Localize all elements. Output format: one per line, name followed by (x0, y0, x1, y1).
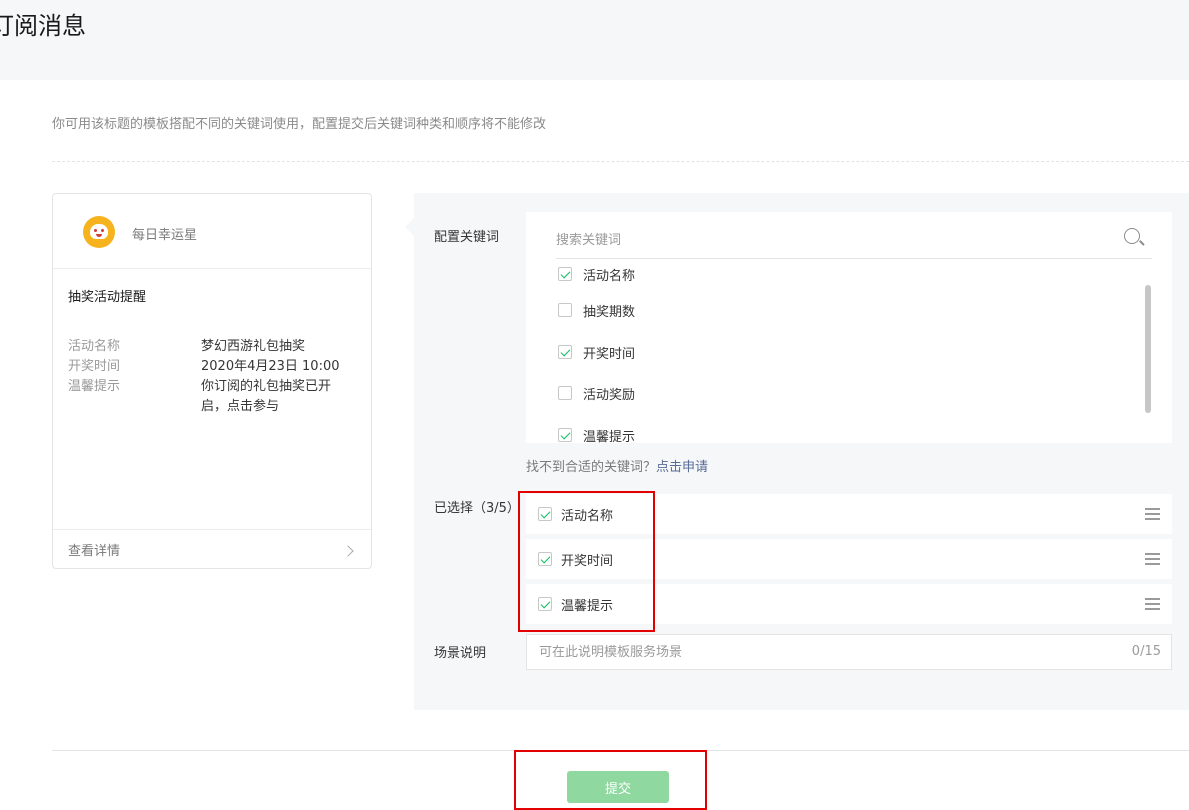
chevron-right-icon (342, 545, 354, 557)
field-value: 你订阅的礼包抽奖已开启，点击参与 (201, 379, 332, 414)
checkbox[interactable] (538, 552, 552, 566)
field-key: 温馨提示 (68, 379, 121, 394)
card-title: 抽奖活动提醒 (68, 290, 147, 305)
keyword-label: 抽奖期数 (583, 305, 636, 320)
selected-keyword-label: 温馨提示 (561, 599, 614, 614)
not-found-text: 找不到合适的关键词？ (526, 460, 657, 475)
apply-keyword-link[interactable]: 点击申请 (656, 460, 708, 475)
keyword-not-found: 找不到合适的关键词？点击申请 (526, 456, 708, 475)
keyword-label: 温馨提示 (583, 430, 636, 443)
dashed-divider (52, 161, 1189, 162)
selected-keyword-row[interactable]: 开奖时间 (526, 539, 1172, 579)
selected-label: 已选择（3/5） (434, 501, 520, 516)
checkbox[interactable] (558, 428, 572, 442)
config-tip: 你可用该标题的模板搭配不同的关键词使用，配置提交后关键词种类和顺序将不能修改 (52, 117, 547, 132)
selected-keyword-row[interactable]: 温馨提示 (526, 584, 1172, 624)
checkbox[interactable] (558, 345, 572, 359)
account-avatar (83, 216, 115, 248)
selected-keyword-label: 开奖时间 (561, 554, 614, 569)
drag-handle-icon[interactable] (1145, 598, 1160, 610)
submit-button[interactable]: 提交 (567, 771, 669, 803)
message-preview-card: 每日幸运星 抽奖活动提醒 活动名称 梦幻西游礼包抽奖 开奖时间 2020年4月2… (52, 193, 372, 569)
keywords-label: 配置关键词 (434, 230, 500, 245)
keyword-label: 活动奖励 (583, 388, 636, 403)
selected-keyword-label: 活动名称 (561, 509, 614, 524)
search-icon[interactable] (1124, 228, 1140, 244)
field-value: 2020年4月23日 10:00 (201, 359, 340, 374)
checkbox[interactable] (558, 303, 572, 317)
cat-face-icon (90, 224, 108, 239)
scene-input[interactable] (537, 635, 1121, 669)
page-title: 订阅消息 (0, 12, 86, 40)
scene-char-count: 0/15 (1131, 644, 1161, 659)
checkbox[interactable] (538, 597, 552, 611)
keyword-search[interactable]: 搜索关键词 (556, 212, 1152, 259)
account-name: 每日幸运星 (132, 228, 198, 243)
account-header: 每日幸运星 (53, 194, 371, 269)
field-key: 活动名称 (68, 339, 121, 354)
page-header: 订阅消息 (0, 0, 1189, 80)
selected-keyword-row[interactable]: 活动名称 (526, 494, 1172, 534)
keyword-list: 活动名称 抽奖期数 开奖时间 活动奖励 温馨提示 (526, 259, 1172, 443)
view-details-link[interactable]: 查看详情 (53, 529, 371, 569)
panel-pointer (405, 218, 414, 236)
scene-label: 场景说明 (434, 646, 487, 661)
keyword-label: 活动名称 (583, 269, 636, 284)
drag-handle-icon[interactable] (1145, 508, 1160, 520)
scrollbar[interactable] (1145, 285, 1151, 413)
field-value: 梦幻西游礼包抽奖 (201, 339, 306, 354)
search-input[interactable]: 搜索关键词 (556, 229, 621, 248)
scene-field[interactable]: 0/15 (526, 634, 1172, 670)
checkbox[interactable] (558, 386, 572, 400)
view-details-label: 查看详情 (68, 544, 121, 559)
drag-handle-icon[interactable] (1145, 553, 1160, 565)
footer-divider (52, 750, 1189, 751)
checkbox[interactable] (538, 507, 552, 521)
checkbox[interactable] (558, 267, 572, 281)
keyword-label: 开奖时间 (583, 347, 636, 362)
field-key: 开奖时间 (68, 359, 121, 374)
keyword-picker: 搜索关键词 活动名称 抽奖期数 开奖时间 活动奖励 温馨提示 (526, 212, 1172, 443)
